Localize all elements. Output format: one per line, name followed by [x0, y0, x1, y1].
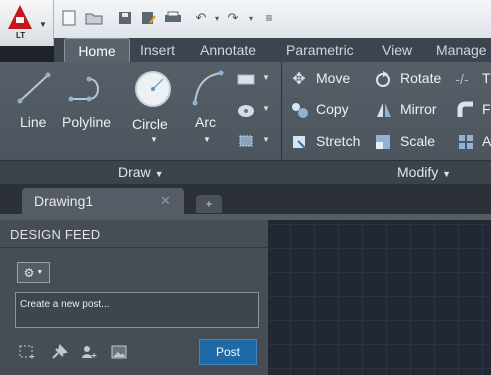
- move-icon[interactable]: ✥: [289, 69, 309, 89]
- rectangle-icon[interactable]: [235, 70, 257, 88]
- application-menu-button[interactable]: LT ▼: [0, 0, 54, 46]
- modify-panel-title[interactable]: Modify ▼: [397, 160, 451, 184]
- scale-button[interactable]: Scale: [400, 133, 435, 149]
- add-user-icon[interactable]: [78, 343, 100, 361]
- array-button[interactable]: A: [482, 133, 491, 149]
- draw-panel-label: Draw: [118, 164, 151, 180]
- open-icon[interactable]: [83, 8, 105, 28]
- pin-icon[interactable]: [48, 343, 70, 361]
- tab-annotate[interactable]: Annotate: [200, 38, 256, 62]
- mirror-button[interactable]: Mirror: [400, 101, 437, 117]
- chevron-down-icon: ▼: [442, 169, 452, 179]
- chevron-down-icon: ▼: [154, 169, 164, 179]
- copy-icon[interactable]: [289, 100, 311, 120]
- new-post-placeholder: Create a new post...: [20, 299, 110, 310]
- scale-icon[interactable]: [373, 132, 393, 152]
- save-as-icon[interactable]: [138, 8, 160, 28]
- modify-panel-label: Modify: [397, 164, 439, 180]
- fillet-icon[interactable]: [456, 100, 476, 120]
- tab-home[interactable]: Home: [64, 38, 130, 62]
- close-icon[interactable]: ✕: [160, 193, 171, 209]
- rotate-icon[interactable]: [373, 69, 393, 89]
- file-tab-label: Drawing1: [34, 193, 94, 209]
- gear-icon: ⚙: [23, 265, 35, 280]
- select-area-icon[interactable]: [16, 343, 38, 361]
- tab-insert[interactable]: Insert: [140, 38, 175, 62]
- polyline-button[interactable]: Polyline: [62, 114, 111, 130]
- stretch-button[interactable]: Stretch: [316, 133, 360, 149]
- app-logo-icon: [8, 5, 32, 29]
- chevron-down-icon[interactable]: ▼: [203, 135, 211, 144]
- customize-icon[interactable]: ≡: [258, 8, 280, 28]
- tab-view[interactable]: View: [382, 38, 412, 62]
- chevron-down-icon: ▼: [39, 20, 47, 29]
- arc-icon[interactable]: [188, 68, 226, 108]
- line-button[interactable]: Line: [20, 114, 46, 130]
- mirror-icon[interactable]: [373, 100, 395, 120]
- fillet-button[interactable]: F: [482, 101, 491, 117]
- image-icon[interactable]: [108, 343, 130, 361]
- chevron-down-icon[interactable]: ▼: [150, 135, 158, 144]
- divider: [0, 247, 268, 248]
- save-icon[interactable]: [114, 8, 136, 28]
- tab-parametric[interactable]: Parametric: [286, 38, 354, 62]
- plot-icon[interactable]: [162, 8, 184, 28]
- drawing-canvas[interactable]: [268, 220, 491, 375]
- tab-manage[interactable]: Manage: [436, 38, 487, 62]
- line-icon[interactable]: [15, 70, 53, 106]
- chevron-down-icon: ▼: [36, 269, 44, 276]
- post-button[interactable]: Post: [199, 339, 257, 365]
- trim-icon[interactable]: -/-: [452, 69, 472, 89]
- design-feed-title: DESIGN FEED: [10, 227, 101, 242]
- array-icon[interactable]: [456, 132, 476, 152]
- hatch-icon[interactable]: [235, 101, 257, 119]
- chevron-down-icon[interactable]: ▼: [262, 73, 270, 82]
- copy-button[interactable]: Copy: [316, 101, 349, 117]
- chevron-down-icon[interactable]: ▼: [262, 135, 270, 144]
- new-tab-button[interactable]: +: [196, 195, 222, 213]
- app-badge: LT: [16, 31, 26, 40]
- new-icon[interactable]: [58, 8, 80, 28]
- move-button[interactable]: Move: [316, 70, 350, 86]
- draw-panel-title[interactable]: Draw ▼: [118, 160, 163, 184]
- stretch-icon[interactable]: [289, 132, 309, 152]
- trim-button[interactable]: T: [482, 70, 491, 86]
- circle-button[interactable]: Circle: [132, 116, 168, 132]
- rotate-button[interactable]: Rotate: [400, 70, 441, 86]
- settings-dropdown[interactable]: ⚙ ▼: [17, 262, 50, 283]
- polyline-icon[interactable]: [66, 72, 112, 106]
- arc-button[interactable]: Arc: [195, 114, 216, 130]
- region-icon[interactable]: [235, 132, 257, 150]
- new-post-input[interactable]: [15, 292, 259, 328]
- chevron-down-icon[interactable]: ▼: [262, 104, 270, 113]
- circle-icon[interactable]: [132, 68, 174, 110]
